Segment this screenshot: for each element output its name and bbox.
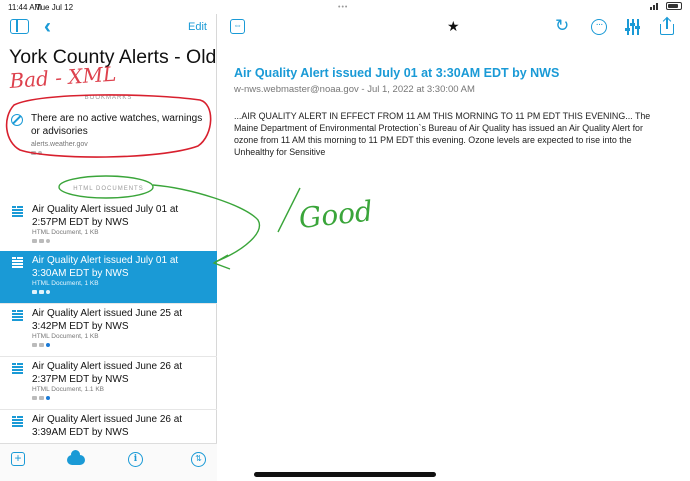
document-meta: HTML Document, 1 KB xyxy=(32,229,99,236)
expand-icon[interactable]: ⇔ xyxy=(230,19,245,34)
more-icon[interactable]: ··· xyxy=(591,19,607,35)
document-row[interactable]: Air Quality Alert issued July 01 at 2:57… xyxy=(0,200,217,253)
sliders-icon[interactable] xyxy=(625,19,641,35)
document-row-selected[interactable]: Air Quality Alert issued July 01 at 3:30… xyxy=(0,251,217,304)
sidebar: ‹ Edit York County Alerts - Old BOOKMARK… xyxy=(0,14,217,481)
wifi-icon xyxy=(650,2,662,10)
document-flags xyxy=(32,239,50,243)
sidebar-toggle-icon[interactable] xyxy=(10,19,29,34)
back-chevron-icon[interactable]: ‹ xyxy=(44,15,51,39)
status-bar: 11:44 AM Tue Jul 12 ••• xyxy=(0,0,690,14)
status-indicators xyxy=(650,2,682,10)
sidebar-bottom-toolbar: + i ⇅ xyxy=(0,443,217,481)
document-title: Air Quality Alert issued July 01 at 2:57… xyxy=(32,204,179,228)
bookmark-flags xyxy=(31,151,42,155)
edit-button[interactable]: Edit xyxy=(188,21,207,33)
battery-icon xyxy=(666,2,682,10)
compass-icon xyxy=(11,114,23,126)
star-icon[interactable]: ★ xyxy=(447,18,460,35)
document-meta: HTML Document, 1 KB xyxy=(32,333,99,340)
reload-icon[interactable]: ↻ xyxy=(555,16,569,36)
document-title: Air Quality Alert issued June 26 at 3:39… xyxy=(32,414,183,438)
document-flags xyxy=(32,396,50,400)
cloud-icon[interactable] xyxy=(67,450,85,465)
article-title: Air Quality Alert issued July 01 at 3:30… xyxy=(234,66,560,80)
page-title: York County Alerts - Old xyxy=(9,46,217,68)
bookmark-url: alerts.weather.gov xyxy=(31,141,88,148)
share-icon[interactable] xyxy=(660,16,674,35)
sidebar-toolbar: ‹ Edit xyxy=(0,14,217,42)
article-meta: w-nws.webmaster@noaa.gov - Jul 1, 2022 a… xyxy=(234,84,475,95)
document-row[interactable]: Air Quality Alert issued June 26 at 2:37… xyxy=(0,357,217,410)
document-flags xyxy=(32,343,50,347)
document-icon xyxy=(12,206,23,217)
bookmarks-section-header: BOOKMARKS xyxy=(84,95,133,101)
info-icon[interactable]: i xyxy=(128,452,143,467)
document-meta: HTML Document, 1.1 KB xyxy=(32,386,105,393)
home-indicator[interactable] xyxy=(254,472,436,477)
document-icon xyxy=(12,416,23,427)
status-date: Tue Jul 12 xyxy=(36,3,74,12)
document-title: Air Quality Alert issued June 25 at 3:42… xyxy=(32,308,183,332)
document-icon xyxy=(12,363,23,374)
multitasking-dots[interactable]: ••• xyxy=(338,4,348,11)
bookmark-item[interactable]: There are no active watches, warnings or… xyxy=(0,111,217,157)
document-row[interactable]: Air Quality Alert issued June 25 at 3:42… xyxy=(0,304,217,357)
document-meta: HTML Document, 1 KB xyxy=(32,280,99,287)
bookmark-title: There are no active watches, warnings or… xyxy=(31,113,203,137)
document-icon xyxy=(12,310,23,321)
document-flags xyxy=(32,290,50,294)
document-title: Air Quality Alert issued June 26 at 2:37… xyxy=(32,361,183,385)
article-body: ...AIR QUALITY ALERT IN EFFECT FROM 11 A… xyxy=(234,111,651,157)
detail-toolbar: ⇔ ★ ↻ ··· xyxy=(218,14,690,42)
sort-icon[interactable]: ⇅ xyxy=(191,452,206,467)
detail-pane: ⇔ ★ ↻ ··· Air Quality Alert issued July … xyxy=(218,14,690,481)
add-icon[interactable]: + xyxy=(11,452,25,466)
document-icon xyxy=(12,257,23,268)
document-title: Air Quality Alert issued July 01 at 3:30… xyxy=(32,255,179,279)
html-documents-section-header: HTML DOCUMENTS xyxy=(73,186,144,192)
